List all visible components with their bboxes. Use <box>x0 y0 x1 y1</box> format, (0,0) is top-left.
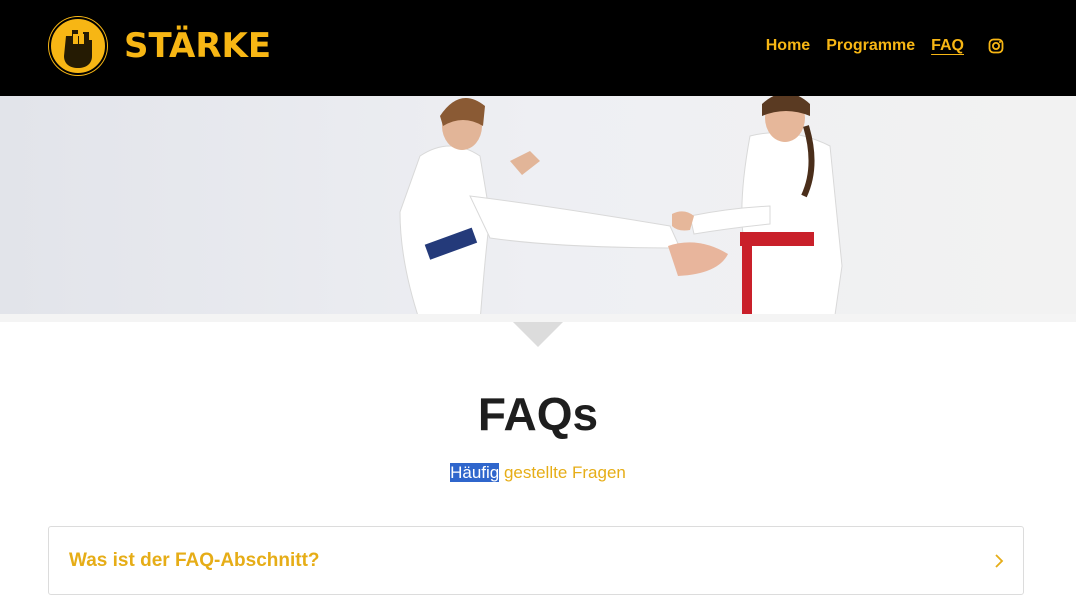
chevron-right-icon <box>995 554 1004 568</box>
hero-notch <box>513 322 563 347</box>
hero-image <box>0 96 1076 322</box>
instagram-icon[interactable] <box>988 38 1004 54</box>
subtitle-rest: gestellte Fragen <box>499 463 626 482</box>
site-header: STÄRKE Home Programme FAQ <box>0 0 1076 96</box>
faq-title: FAQs <box>477 388 599 440</box>
nav-home[interactable]: Home <box>766 34 810 58</box>
main-nav: Home Programme FAQ <box>750 34 1004 58</box>
logo[interactable] <box>48 16 108 76</box>
brand-name[interactable]: STÄRKE <box>124 24 271 68</box>
nav-programme[interactable]: Programme <box>826 34 915 58</box>
fist-icon <box>49 17 107 75</box>
nav-faq[interactable]: FAQ <box>931 34 964 58</box>
faq-question: Was ist der FAQ-Abschnitt? <box>69 550 320 571</box>
subtitle-selected-word: Häufig <box>450 463 500 482</box>
faq-accordion-item[interactable]: Was ist der FAQ-Abschnitt? <box>48 526 1024 595</box>
karate-photo <box>0 96 1076 322</box>
faq-subtitle: Häufig gestellte Fragen <box>0 461 1076 485</box>
